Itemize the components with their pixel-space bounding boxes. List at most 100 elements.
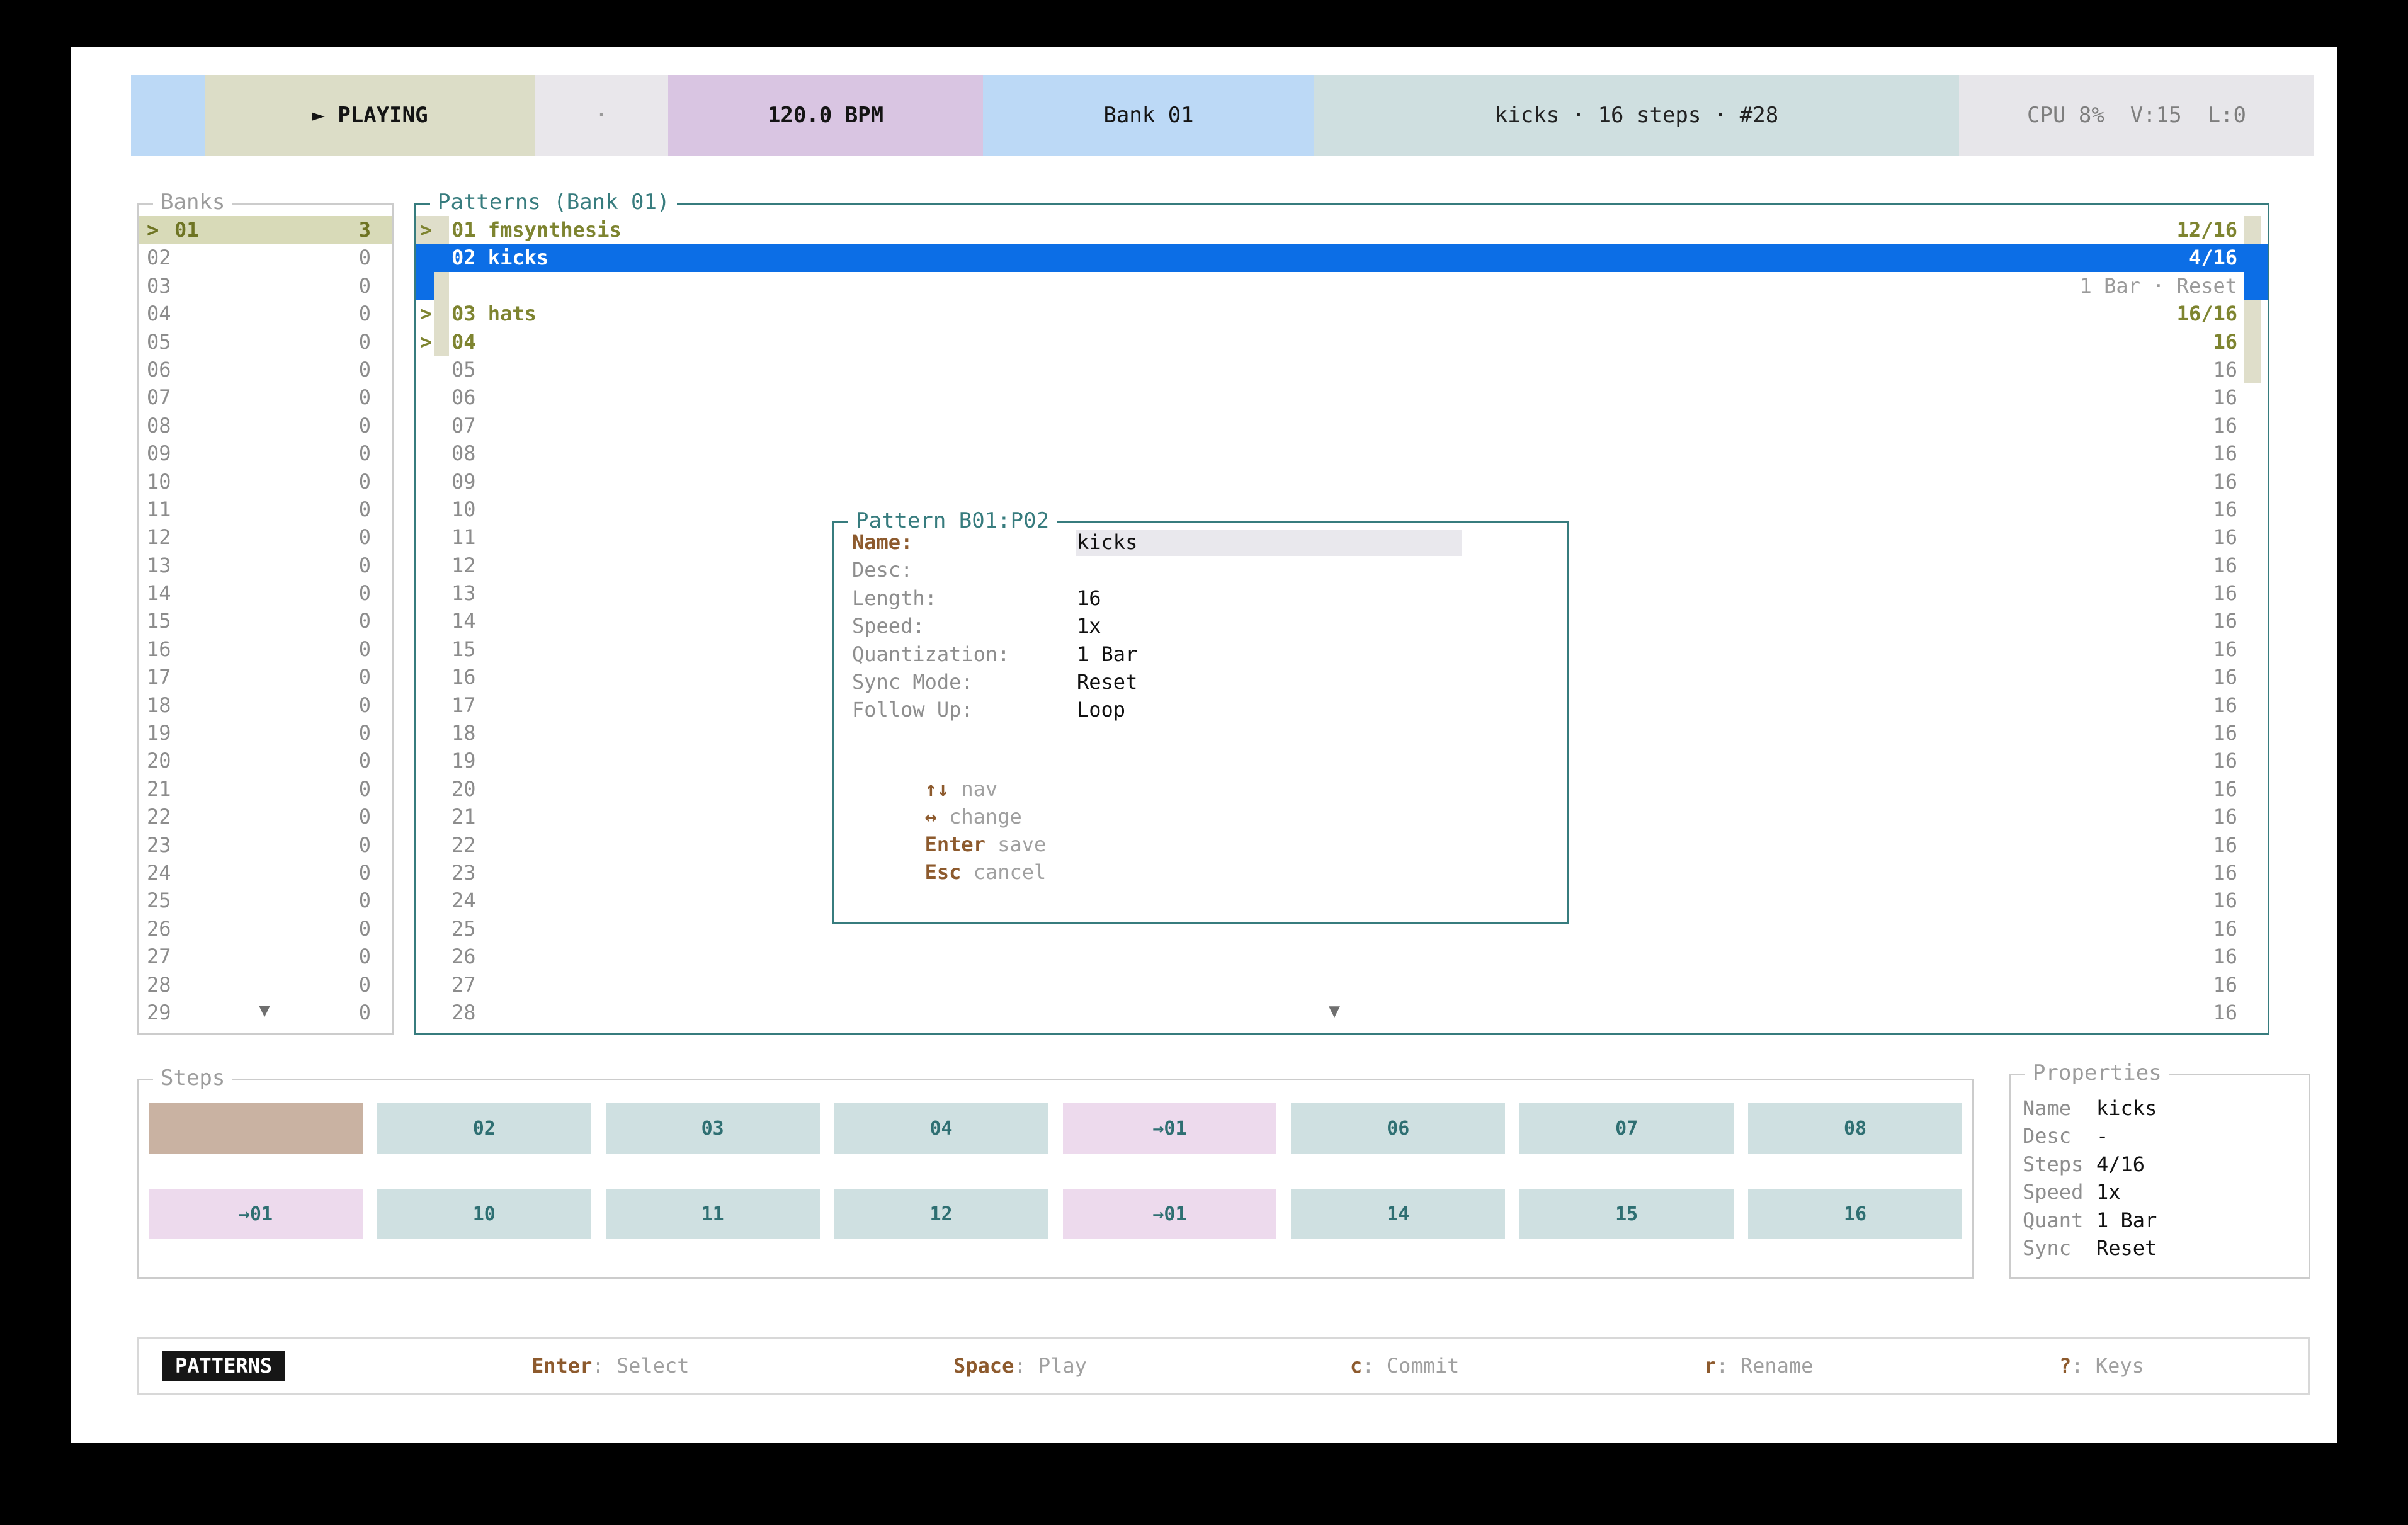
bank-row[interactable]: 190 bbox=[139, 719, 392, 747]
step-cell[interactable] bbox=[149, 1103, 363, 1154]
pattern-row[interactable]: 2616 bbox=[416, 943, 2268, 970]
pattern-row[interactable]: >01 fmsynthesis12/16 bbox=[416, 216, 2268, 244]
step-cell-label: →01 bbox=[239, 1203, 273, 1225]
selection-strip bbox=[416, 272, 434, 300]
dialog-field[interactable]: Desc: bbox=[834, 556, 1567, 584]
bank-row[interactable]: 070 bbox=[139, 383, 392, 411]
bank-row[interactable]: 130 bbox=[139, 552, 392, 579]
dialog-field[interactable]: Quantization:1 Bar bbox=[834, 640, 1567, 668]
pattern-row[interactable]: 02 kicks4/16 bbox=[416, 244, 2268, 271]
dialog-field[interactable]: Length:16 bbox=[834, 584, 1567, 612]
pattern-row[interactable]: 2816 bbox=[416, 999, 2268, 1026]
step-cell[interactable]: 06 bbox=[1291, 1103, 1505, 1154]
dialog-field[interactable]: Name:kicks bbox=[834, 528, 1567, 556]
pattern-row[interactable]: 0716 bbox=[416, 412, 2268, 439]
pattern-row[interactable]: 0916 bbox=[416, 468, 2268, 496]
bank-row[interactable]: 100 bbox=[139, 468, 392, 496]
topbar-dot: · bbox=[535, 75, 668, 156]
pattern-row[interactable]: 2716 bbox=[416, 971, 2268, 999]
step-cell[interactable]: 03 bbox=[606, 1103, 820, 1154]
bank-row[interactable]: 230 bbox=[139, 831, 392, 859]
bank-row[interactable]: 150 bbox=[139, 607, 392, 635]
chevron-right-icon: > bbox=[147, 216, 159, 244]
property-row: Speed1x bbox=[2011, 1178, 2309, 1206]
bank-row[interactable]: 030 bbox=[139, 272, 392, 300]
pattern-row[interactable]: 0616 bbox=[416, 383, 2268, 411]
bank-row[interactable]: 020 bbox=[139, 244, 392, 271]
pattern-label: 11 bbox=[451, 523, 476, 551]
pattern-edit-dialog: Pattern B01:P02 Name:kicksDesc:Length:16… bbox=[832, 521, 1569, 924]
step-cell[interactable]: →01 bbox=[1063, 1189, 1277, 1239]
bpm-display: 120.0 BPM bbox=[668, 75, 983, 156]
pattern-step-count: 16 bbox=[2213, 439, 2237, 467]
bank-row[interactable]: 260 bbox=[139, 915, 392, 943]
bank-row[interactable]: 270 bbox=[139, 943, 392, 970]
bank-row[interactable]: 160 bbox=[139, 635, 392, 663]
step-cell[interactable]: 02 bbox=[377, 1103, 591, 1154]
bank-pattern-count: 0 bbox=[359, 579, 371, 607]
bank-row[interactable]: 040 bbox=[139, 300, 392, 327]
step-cell[interactable]: 11 bbox=[606, 1189, 820, 1239]
step-cell[interactable]: 04 bbox=[834, 1103, 1048, 1154]
bank-row[interactable]: 200 bbox=[139, 747, 392, 774]
dialog-field[interactable]: Sync Mode:Reset bbox=[834, 668, 1567, 696]
pattern-step-count: 16 bbox=[2213, 971, 2237, 999]
step-cell[interactable]: →01 bbox=[149, 1189, 363, 1239]
bank-id: 28 bbox=[147, 971, 171, 999]
dialog-field[interactable]: Follow Up:Loop bbox=[834, 696, 1567, 723]
bank-row[interactable]: 120 bbox=[139, 523, 392, 551]
bank-row[interactable]: 090 bbox=[139, 439, 392, 467]
bank-id: 06 bbox=[147, 356, 171, 383]
step-cell[interactable]: 08 bbox=[1748, 1103, 1962, 1154]
step-cell-label: →01 bbox=[1152, 1118, 1186, 1140]
bank-row-selected[interactable]: > 01 3 bbox=[139, 216, 392, 244]
step-cell[interactable]: 12 bbox=[834, 1189, 1048, 1239]
bank-pattern-count: 0 bbox=[359, 412, 371, 439]
pattern-label: 09 bbox=[451, 468, 476, 496]
pattern-label: 12 bbox=[451, 552, 476, 579]
bank-row[interactable]: 240 bbox=[139, 859, 392, 887]
arrows-leftright-icon: ↔ bbox=[925, 805, 937, 829]
hint-save: Enter save bbox=[925, 832, 1047, 856]
pattern-row[interactable]: >0416 bbox=[416, 328, 2268, 356]
dialog-field[interactable]: Speed:1x bbox=[834, 612, 1567, 640]
bank-row[interactable]: 140 bbox=[139, 579, 392, 607]
step-cell[interactable]: →01 bbox=[1063, 1103, 1277, 1154]
bank-row[interactable]: 170 bbox=[139, 663, 392, 691]
step-cell[interactable]: 14 bbox=[1291, 1189, 1505, 1239]
pattern-row[interactable]: 1016 bbox=[416, 496, 2268, 523]
step-cell[interactable]: 10 bbox=[377, 1189, 591, 1239]
pattern-step-count: 16 bbox=[2213, 607, 2237, 635]
bank-row[interactable]: 210 bbox=[139, 775, 392, 803]
bank-pattern-count: 0 bbox=[359, 439, 371, 467]
field-label: Speed: bbox=[852, 612, 925, 640]
bank-id: 01 bbox=[174, 216, 199, 244]
bank-row[interactable]: 050 bbox=[139, 328, 392, 356]
pattern-step-count: 16 bbox=[2213, 635, 2237, 663]
step-cell-label: 06 bbox=[1387, 1118, 1409, 1140]
bank-row[interactable]: 110 bbox=[139, 496, 392, 523]
bank-pattern-count: 0 bbox=[359, 468, 371, 496]
pattern-row[interactable]: 0816 bbox=[416, 439, 2268, 467]
step-cell[interactable]: 15 bbox=[1519, 1189, 1734, 1239]
pattern-gutter bbox=[434, 300, 449, 327]
bank-row[interactable]: 180 bbox=[139, 691, 392, 719]
pattern-step-count: 16 bbox=[2213, 831, 2237, 859]
pattern-step-count: 16 bbox=[2213, 552, 2237, 579]
step-cell[interactable]: 07 bbox=[1519, 1103, 1734, 1154]
bank-row[interactable]: 220 bbox=[139, 803, 392, 831]
pattern-label: 21 bbox=[451, 803, 476, 831]
step-cell[interactable]: 16 bbox=[1748, 1189, 1962, 1239]
bank-row[interactable]: 250 bbox=[139, 887, 392, 914]
arrows-updown-icon: ↑↓ bbox=[925, 777, 950, 801]
property-value: 1 Bar bbox=[2096, 1206, 2157, 1234]
pattern-label: 06 bbox=[451, 383, 476, 411]
pattern-row[interactable]: 0516 bbox=[416, 356, 2268, 383]
bank-row[interactable]: 280 bbox=[139, 971, 392, 999]
bank-row[interactable]: 08 0 bbox=[139, 412, 392, 439]
bank-pattern-count: 0 bbox=[359, 244, 371, 271]
bank-id: 08 bbox=[147, 412, 171, 439]
pattern-row[interactable]: >03 hats16/16 bbox=[416, 300, 2268, 327]
bank-row[interactable]: 060 bbox=[139, 356, 392, 383]
pattern-step-count: 16 bbox=[2213, 356, 2237, 383]
